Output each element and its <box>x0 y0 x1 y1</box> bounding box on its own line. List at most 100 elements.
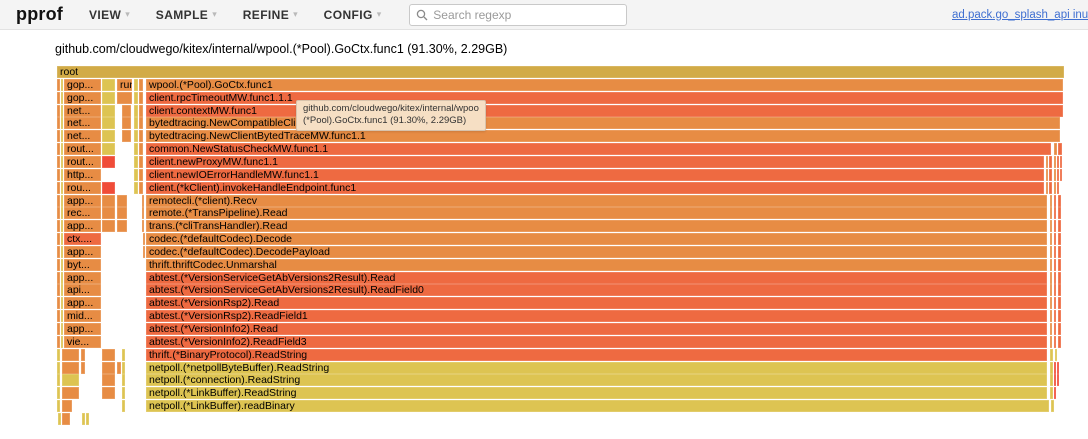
flame-bar-sliver[interactable] <box>117 92 132 104</box>
flame-bar-sliver[interactable] <box>57 220 60 232</box>
flame-bar[interactable]: rout... <box>64 156 101 168</box>
flame-bar-sliver[interactable] <box>61 195 63 207</box>
flame-bar-sliver[interactable] <box>1049 156 1052 168</box>
flame-bar-sliver[interactable] <box>102 195 115 207</box>
flame-bar-sliver[interactable] <box>102 105 115 117</box>
flame-bar-sliver[interactable] <box>1055 349 1057 361</box>
flame-bar-sliver[interactable] <box>1054 284 1056 296</box>
flame-bar[interactable]: client.newIOErrorHandleMW.func1.1 <box>146 169 1044 181</box>
flame-bar-sliver[interactable] <box>102 387 115 399</box>
flame-bar-sliver[interactable] <box>102 182 115 194</box>
flame-bar[interactable]: gop... <box>64 79 101 91</box>
flame-bar-sliver[interactable] <box>1054 362 1056 374</box>
flame-bar[interactable]: app... <box>64 246 101 258</box>
flame-bar-sliver[interactable] <box>102 362 115 374</box>
flame-bar-sliver[interactable] <box>1058 336 1061 348</box>
flame-bar-sliver[interactable] <box>61 310 63 322</box>
flame-bar[interactable]: gop... <box>64 92 101 104</box>
flame-bar[interactable]: netpoll.(*LinkBuffer).readBinary <box>146 400 1049 412</box>
flame-bar-sliver[interactable] <box>134 182 138 194</box>
flame-bar-sliver[interactable] <box>1058 195 1061 207</box>
flame-bar-sliver[interactable] <box>1049 182 1052 194</box>
flame-bar[interactable]: bytedtracing.NewCompatibleClientT <box>146 117 1060 129</box>
flame-bar-sliver[interactable] <box>117 207 127 219</box>
flame-bar[interactable]: abtest.(*VersionRsp2).Read <box>146 297 1047 309</box>
flame-bar-sliver[interactable] <box>86 413 89 425</box>
flame-bar-sliver[interactable] <box>1050 259 1052 271</box>
flame-bar-sliver[interactable] <box>1050 336 1052 348</box>
flame-bar-sliver[interactable] <box>61 220 63 232</box>
flame-bar[interactable]: bytedtracing.NewClientBytedTraceMW.func1… <box>146 130 1060 142</box>
search-input[interactable] <box>433 8 613 22</box>
flame-bar-sliver[interactable] <box>1058 284 1061 296</box>
flame-bar-sliver[interactable] <box>134 169 138 181</box>
flame-bar[interactable]: thrift.thriftCodec.Unmarshal <box>146 259 1047 271</box>
menu-config[interactable]: CONFIG ▾ <box>324 8 382 22</box>
flame-bar[interactable]: api... <box>64 284 101 296</box>
flame-bar-sliver[interactable] <box>102 207 115 219</box>
flame-bar-sliver[interactable] <box>102 79 115 91</box>
flame-bar-sliver[interactable] <box>139 105 143 117</box>
flame-bar-sliver[interactable] <box>139 182 143 194</box>
flame-bar-sliver[interactable] <box>1050 246 1052 258</box>
flame-bar-sliver[interactable] <box>143 233 145 245</box>
flame-bar-sliver[interactable] <box>61 105 63 117</box>
flame-bar[interactable]: codec.(*defaultCodec).Decode <box>146 233 1047 245</box>
flame-bar[interactable]: abtest.(*VersionInfo2).ReadField3 <box>146 336 1047 348</box>
flame-bar[interactable]: rout... <box>64 143 101 155</box>
flame-bar-sliver[interactable] <box>102 156 115 168</box>
flame-bar-sliver[interactable] <box>57 130 60 142</box>
flame-bar-sliver[interactable] <box>57 362 60 374</box>
flame-bar-sliver[interactable] <box>1046 169 1048 181</box>
flame-bar[interactable]: rou... <box>64 182 101 194</box>
flame-bar-sliver[interactable] <box>81 349 85 361</box>
flame-bar-sliver[interactable] <box>1057 374 1059 386</box>
flame-bar-sliver[interactable] <box>1058 207 1061 219</box>
flame-bar-sliver[interactable] <box>1058 272 1061 284</box>
flame-bar-sliver[interactable] <box>122 349 125 361</box>
flame-bar-sliver[interactable] <box>122 362 125 374</box>
flame-bar-sliver[interactable] <box>61 259 63 271</box>
flame-bar[interactable]: net... <box>64 130 101 142</box>
flame-bar-sliver[interactable] <box>1057 362 1059 374</box>
flame-bar-sliver[interactable] <box>57 156 60 168</box>
flame-bar-sliver[interactable] <box>61 336 63 348</box>
flame-bar-sliver[interactable] <box>62 400 72 412</box>
flame-bar-sliver[interactable] <box>1050 195 1052 207</box>
flame-bar[interactable]: net... <box>64 105 101 117</box>
flame-bar-sliver[interactable] <box>1057 169 1059 181</box>
flame-bar-sliver[interactable] <box>122 374 125 386</box>
flame-bar-sliver[interactable] <box>102 92 115 104</box>
flame-bar-sliver[interactable] <box>1058 297 1061 309</box>
flame-bar-sliver[interactable] <box>117 195 127 207</box>
flame-bar-sliver[interactable] <box>102 130 115 142</box>
flame-bar[interactable]: http... <box>64 169 101 181</box>
flame-bar-sliver[interactable] <box>117 362 121 374</box>
flame-bar[interactable]: root <box>57 66 1064 78</box>
flame-bar[interactable]: ctx.... <box>64 233 101 245</box>
flame-bar-sliver[interactable] <box>122 400 125 412</box>
flame-bar-sliver[interactable] <box>1054 323 1056 335</box>
flame-bar-sliver[interactable] <box>61 117 63 129</box>
flame-bar-sliver[interactable] <box>1054 387 1056 399</box>
flame-bar-sliver[interactable] <box>1050 374 1053 386</box>
flame-bar[interactable]: wpool.(*Pool).GoCtx.func1 <box>146 79 1063 91</box>
flame-bar[interactable]: vie... <box>64 336 101 348</box>
flame-bar[interactable]: client.rpcTimeoutMW.func1.1.1 <box>146 92 1063 104</box>
flame-bar-sliver[interactable] <box>1050 297 1052 309</box>
flame-bar[interactable]: abtest.(*VersionServiceGetAbVersions2Res… <box>146 272 1047 284</box>
flame-bar-sliver[interactable] <box>57 387 60 399</box>
flame-bar-sliver[interactable] <box>1054 195 1056 207</box>
flame-bar-sliver[interactable] <box>117 220 127 232</box>
flame-bar-sliver[interactable] <box>57 169 60 181</box>
flame-bar-sliver[interactable] <box>57 195 60 207</box>
flame-bar-sliver[interactable] <box>61 182 63 194</box>
flame-bar-sliver[interactable] <box>134 92 138 104</box>
flame-bar[interactable]: thrift.(*BinaryProtocol).ReadString <box>146 349 1047 361</box>
flame-bar-sliver[interactable] <box>1057 156 1059 168</box>
flame-bar-sliver[interactable] <box>1060 169 1062 181</box>
flame-bar-sliver[interactable] <box>139 79 143 91</box>
flame-bar[interactable]: trans.(*cliTransHandler).Read <box>146 220 1047 232</box>
flame-bar-sliver[interactable] <box>1054 297 1056 309</box>
flame-bar-sliver[interactable] <box>122 387 125 399</box>
